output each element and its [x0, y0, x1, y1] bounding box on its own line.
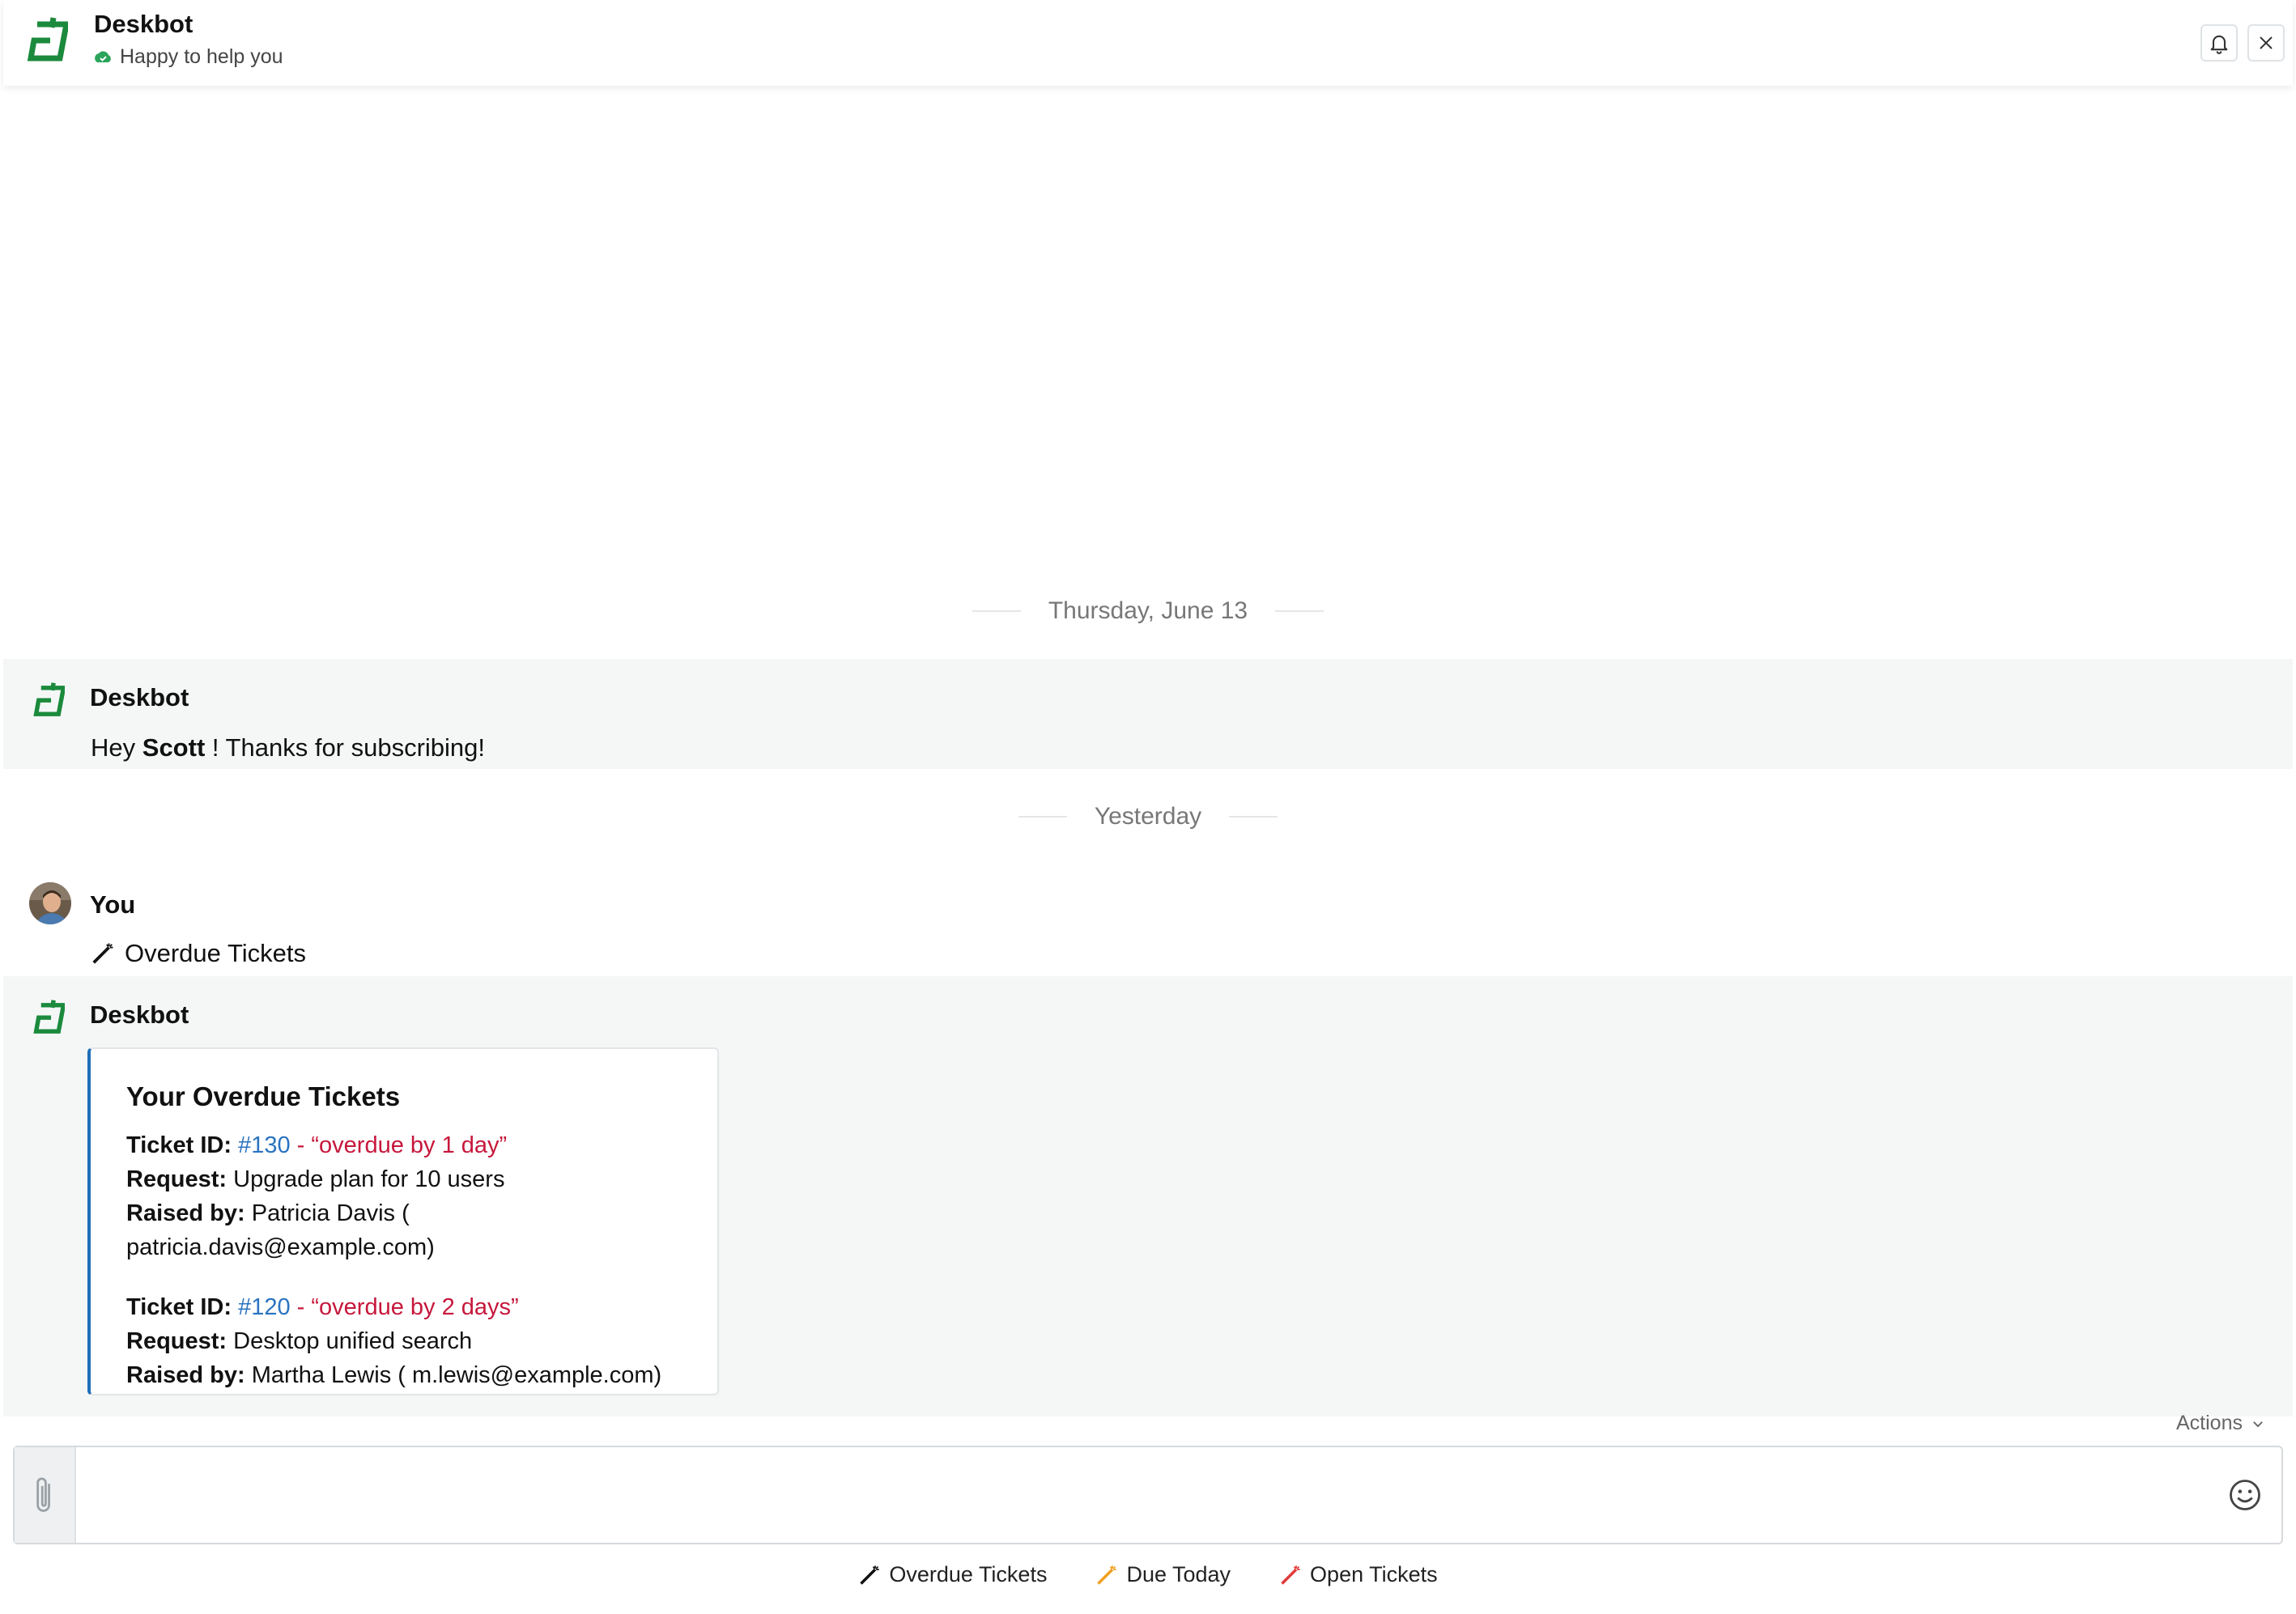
quick-action-overdue-tickets[interactable]: Overdue Tickets	[858, 1562, 1047, 1587]
ticket-raised-label: Raised by:	[126, 1362, 245, 1388]
card-title: Your Overdue Tickets	[126, 1081, 401, 1111]
bell-icon	[2210, 35, 2228, 54]
emoji-icon[interactable]	[2228, 1478, 2262, 1512]
bot-status: Happy to help you	[94, 45, 283, 69]
bot-message-overdue: Deskbot Your Overdue Tickets Ticket ID: …	[3, 976, 2293, 1416]
deskbot-logo-icon	[27, 17, 68, 62]
quick-action-label: Due Today	[1126, 1562, 1231, 1586]
ticket-raised-label: Raised by:	[126, 1200, 245, 1226]
ticket-request-label: Request:	[126, 1166, 227, 1192]
ticket-id-label: Ticket ID:	[126, 1294, 232, 1320]
close-button[interactable]	[2247, 24, 2285, 62]
actions-dropdown[interactable]: Actions	[2176, 1412, 2265, 1435]
chat-header: Deskbot Happy to help you	[3, 0, 2293, 86]
ticket-request-line: Request: Desktop unified search	[126, 1324, 682, 1358]
magic-wand-icon	[92, 943, 113, 964]
magic-wand-icon	[1097, 1565, 1117, 1585]
message-input[interactable]	[87, 1463, 2192, 1527]
quick-action-due-today[interactable]: Due Today	[1095, 1562, 1231, 1587]
online-status-icon	[95, 50, 111, 62]
greeting-suffix: ! Thanks for subscribing!	[211, 733, 486, 762]
ticket-entry: Ticket ID: #130 - “overdue by 1 day” Req…	[126, 1128, 682, 1264]
message-sender: Deskbot	[90, 1000, 189, 1029]
bot-avatar	[32, 682, 74, 724]
ticket-id-line: Ticket ID: #130 - “overdue by 1 day”	[126, 1128, 682, 1162]
ticket-request: Desktop unified search	[233, 1328, 473, 1354]
ticket-request-line: Request: Upgrade plan for 10 users	[126, 1162, 682, 1196]
deskbot-logo-icon	[33, 682, 66, 716]
message-text: Overdue Tickets	[91, 939, 306, 968]
ticket-dash: -	[290, 1294, 312, 1320]
ticket-id-link[interactable]: #130	[238, 1132, 291, 1158]
user-name: Scott	[142, 733, 206, 762]
actions-label: Actions	[2176, 1412, 2243, 1434]
message-text: Hey Scott ! Thanks for subscribing!	[91, 733, 485, 762]
chevron-down-icon	[2253, 1421, 2263, 1427]
bot-status-text: Happy to help you	[120, 45, 283, 68]
notifications-button[interactable]	[2200, 24, 2238, 62]
bot-message-welcome: Deskbot Hey Scott ! Thanks for subscribi…	[3, 659, 2293, 769]
ticket-raised-line: Raised by: Patricia Davis ( patricia.dav…	[126, 1196, 682, 1264]
user-avatar	[29, 882, 71, 924]
date-separator-label: Yesterday	[1094, 803, 1202, 830]
ticket-dash: -	[290, 1132, 312, 1158]
quick-actions-bar: Overdue Tickets Due Today Open Tickets	[0, 1562, 2296, 1587]
ticket-raised-line: Raised by: Martha Lewis ( m.lewis@exampl…	[126, 1358, 682, 1392]
quick-action-open-tickets[interactable]: Open Tickets	[1279, 1562, 1438, 1587]
date-separator-label: Thursday, June 13	[1048, 597, 1248, 624]
message-sender: Deskbot	[90, 683, 189, 711]
magic-wand-icon	[1281, 1565, 1300, 1585]
date-separator: Thursday, June 13	[0, 597, 2296, 625]
message-composer	[13, 1446, 2283, 1544]
overdue-tickets-card: Your Overdue Tickets Ticket ID: #130 - “…	[87, 1047, 719, 1395]
ticket-id-line: Ticket ID: #120 - “overdue by 2 days”	[126, 1290, 682, 1324]
greeting-text: Hey	[91, 733, 136, 762]
ticket-entry: Ticket ID: #120 - “overdue by 2 days” Re…	[126, 1290, 682, 1392]
ticket-id-label: Ticket ID:	[126, 1132, 232, 1158]
user-photo	[29, 882, 71, 924]
ticket-raised-by: Martha Lewis ( m.lewis@example.com)	[251, 1362, 662, 1388]
attach-button[interactable]	[15, 1447, 76, 1543]
quick-action-label: Overdue Tickets	[889, 1562, 1048, 1586]
ticket-overdue-status: “overdue by 1 day”	[311, 1132, 508, 1158]
bot-avatar	[32, 999, 74, 1041]
user-message-text: Overdue Tickets	[125, 939, 306, 967]
ticket-id-link[interactable]: #120	[238, 1294, 291, 1320]
magic-wand-icon	[860, 1565, 880, 1585]
ticket-request: Upgrade plan for 10 users	[233, 1166, 505, 1192]
message-sender: You	[90, 890, 136, 919]
close-icon	[2260, 36, 2273, 49]
deskbot-logo-icon	[33, 1000, 66, 1034]
quick-action-label: Open Tickets	[1310, 1562, 1438, 1586]
user-message: You Overdue Tickets	[3, 866, 2293, 976]
bot-title: Deskbot	[94, 10, 193, 38]
date-separator: Yesterday	[0, 803, 2296, 830]
ticket-request-label: Request:	[126, 1328, 227, 1354]
ticket-overdue-status: “overdue by 2 days”	[311, 1294, 519, 1320]
paperclip-icon	[36, 1477, 50, 1512]
